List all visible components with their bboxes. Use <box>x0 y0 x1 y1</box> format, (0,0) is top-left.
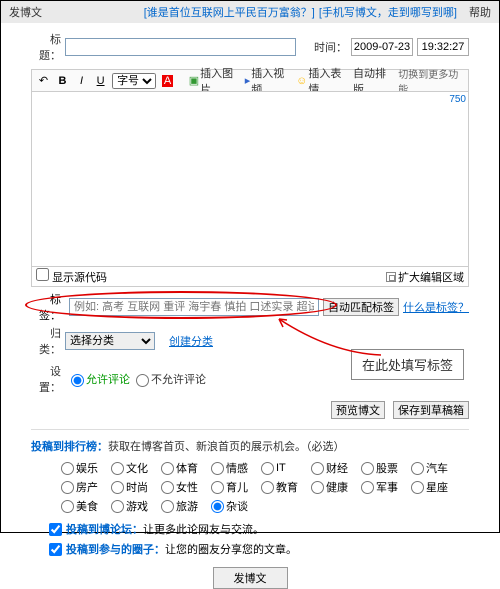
show-source-checkbox[interactable]: 显示源代码 <box>36 268 107 285</box>
category-select[interactable]: 选择分类 <box>65 332 155 350</box>
category-radio-健康[interactable]: 健康 <box>311 479 361 495</box>
create-category-link[interactable]: 创建分类 <box>169 333 213 349</box>
annotation-callout: 在此处填写标签 <box>351 349 464 380</box>
underline-button[interactable]: U <box>93 73 108 89</box>
allow-comment-radio[interactable]: 允许评论 <box>65 371 130 387</box>
time-input[interactable] <box>417 38 469 56</box>
category-radios: 娱乐文化体育情感IT财经股票汽车房产时尚女性育儿教育健康军事星座美食游戏旅游杂谈 <box>31 460 469 517</box>
category-radio-时尚[interactable]: 时尚 <box>111 479 161 495</box>
category-radio-房产[interactable]: 房产 <box>61 479 111 495</box>
char-count: 750 <box>449 94 466 105</box>
ranking-section: 投稿到排行榜：获取在博客首页、新浪首页的展示机会。（必选） <box>31 438 469 454</box>
promo-link-2[interactable]: [手机写博文，走到哪写到哪] <box>319 4 457 20</box>
time-label: 时间： <box>314 39 347 55</box>
italic-button[interactable]: I <box>74 73 89 89</box>
settings-label: 设置： <box>31 363 61 395</box>
editor-textarea[interactable]: 750 <box>31 91 469 267</box>
category-radio-军事[interactable]: 军事 <box>361 479 411 495</box>
what-is-tag-link[interactable]: 什么是标签？ <box>403 299 469 315</box>
undo-icon[interactable]: ↶ <box>36 73 51 89</box>
category-radio-IT[interactable]: IT <box>261 460 311 476</box>
bold-button[interactable]: B <box>55 73 70 89</box>
top-bar: 发博文 [谁是首位互联网上平民百万富翁？] [手机写博文，走到哪写到哪] 帮助 <box>1 1 499 23</box>
forum-checkbox[interactable]: 投稿到博论坛：让更多此论网友与交流。 <box>49 521 469 537</box>
publish-button[interactable]: 发博文 <box>213 567 288 589</box>
editor-toolbar: ↶ B I U 字号 A ▣插入图片 ▸插入视频 ☺插入表情 自动排版 切换到更… <box>31 69 469 91</box>
category-radio-情感[interactable]: 情感 <box>211 460 261 476</box>
category-radio-游戏[interactable]: 游戏 <box>111 498 161 514</box>
preview-button[interactable]: 预览博文 <box>331 401 385 419</box>
help-link[interactable]: 帮助 <box>469 4 491 20</box>
category-radio-杂谈[interactable]: 杂谈 <box>211 498 261 514</box>
category-radio-女性[interactable]: 女性 <box>161 479 211 495</box>
title-input[interactable] <box>65 38 296 56</box>
tag-label: 标签： <box>31 291 61 323</box>
category-label: 归类： <box>31 325 61 357</box>
category-radio-美食[interactable]: 美食 <box>61 498 111 514</box>
expand-label: 扩大编辑区域 <box>398 269 464 285</box>
category-radio-育儿[interactable]: 育儿 <box>211 479 261 495</box>
category-radio-财经[interactable]: 财经 <box>311 460 361 476</box>
tag-input[interactable] <box>69 298 319 316</box>
category-radio-体育[interactable]: 体育 <box>161 460 211 476</box>
fontcolor-button[interactable]: A <box>160 73 175 89</box>
category-radio-文化[interactable]: 文化 <box>111 460 161 476</box>
title-label: 标题： <box>31 31 61 63</box>
promo-link-1[interactable]: [谁是首位互联网上平民百万富翁？] <box>144 4 315 20</box>
app-title: 发博文 <box>9 4 42 20</box>
category-radio-教育[interactable]: 教育 <box>261 479 311 495</box>
category-radio-星座[interactable]: 星座 <box>411 479 461 495</box>
date-input[interactable] <box>351 38 413 56</box>
category-radio-旅游[interactable]: 旅游 <box>161 498 211 514</box>
save-draft-button[interactable]: 保存到草稿箱 <box>393 401 469 419</box>
circle-checkbox[interactable]: 投稿到参与的圈子：让您的圈友分享您的文章。 <box>49 541 469 557</box>
auto-tag-button[interactable]: 自动匹配标签 <box>323 298 399 316</box>
expand-icon[interactable] <box>386 272 396 282</box>
category-radio-汽车[interactable]: 汽车 <box>411 460 461 476</box>
deny-comment-radio[interactable]: 不允许评论 <box>130 371 206 387</box>
fontsize-select[interactable]: 字号 <box>112 73 156 89</box>
category-radio-娱乐[interactable]: 娱乐 <box>61 460 111 476</box>
category-radio-股票[interactable]: 股票 <box>361 460 411 476</box>
